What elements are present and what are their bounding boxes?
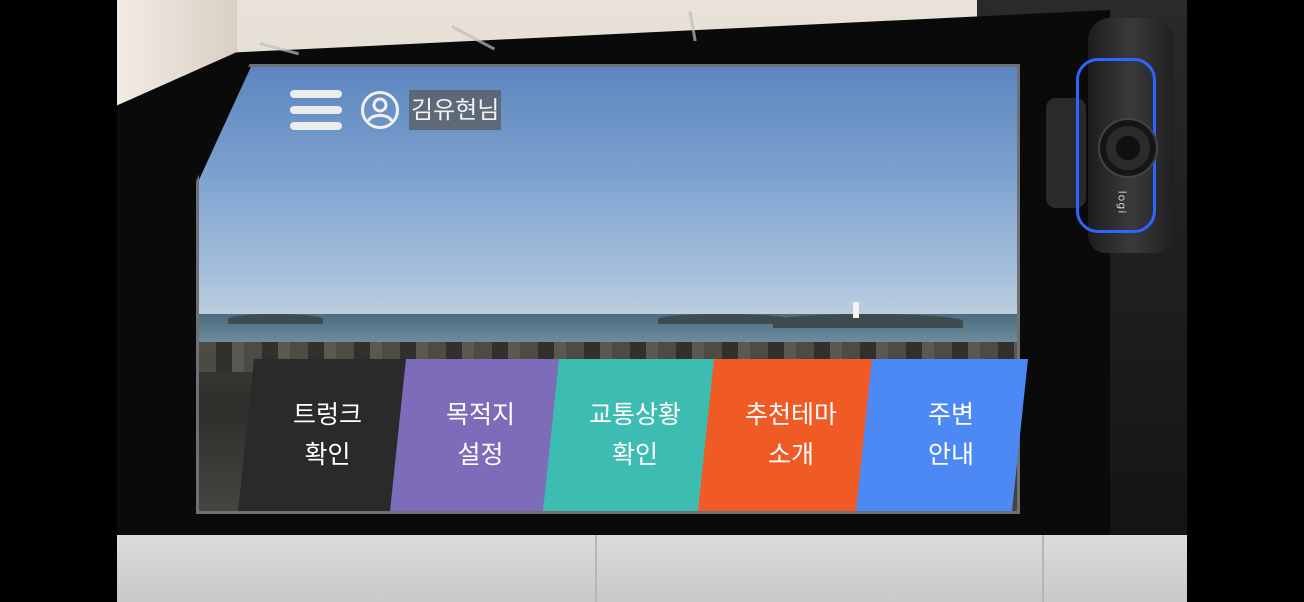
tile-label-line2: 설정 [457,440,504,469]
panel-seam [595,535,597,602]
tile-label-line1: 주변 [927,400,974,429]
tile-recommended-theme[interactable]: 추천테마 소개 [698,359,884,511]
tile-label-line1: 트렁크 [293,400,363,429]
webcam-brand: logi [1115,190,1129,215]
tile-label-line2: 소개 [767,440,814,469]
tile-label-line1: 교통상황 [588,400,681,429]
tile-label-line2: 안내 [927,440,974,469]
tile-label-line2: 확인 [611,440,658,469]
user-avatar-icon[interactable] [360,90,400,130]
vehicle-bottom-panel [117,535,1187,602]
webcam-lens [1098,118,1158,178]
tile-label-line2: 확인 [304,440,351,469]
tile-label-line1: 목적지 [446,400,516,429]
hamburger-menu-icon[interactable] [290,90,344,134]
tile-trunk-check[interactable]: 트렁크 확인 [238,359,418,511]
webcam: logi [1046,18,1174,256]
user-name-label[interactable]: 김유현님 [409,90,502,130]
panel-seam [1042,535,1044,602]
tile-nearby-guide[interactable]: 주변 안내 [856,359,1028,511]
tile-label-line1: 추천테마 [744,400,837,429]
